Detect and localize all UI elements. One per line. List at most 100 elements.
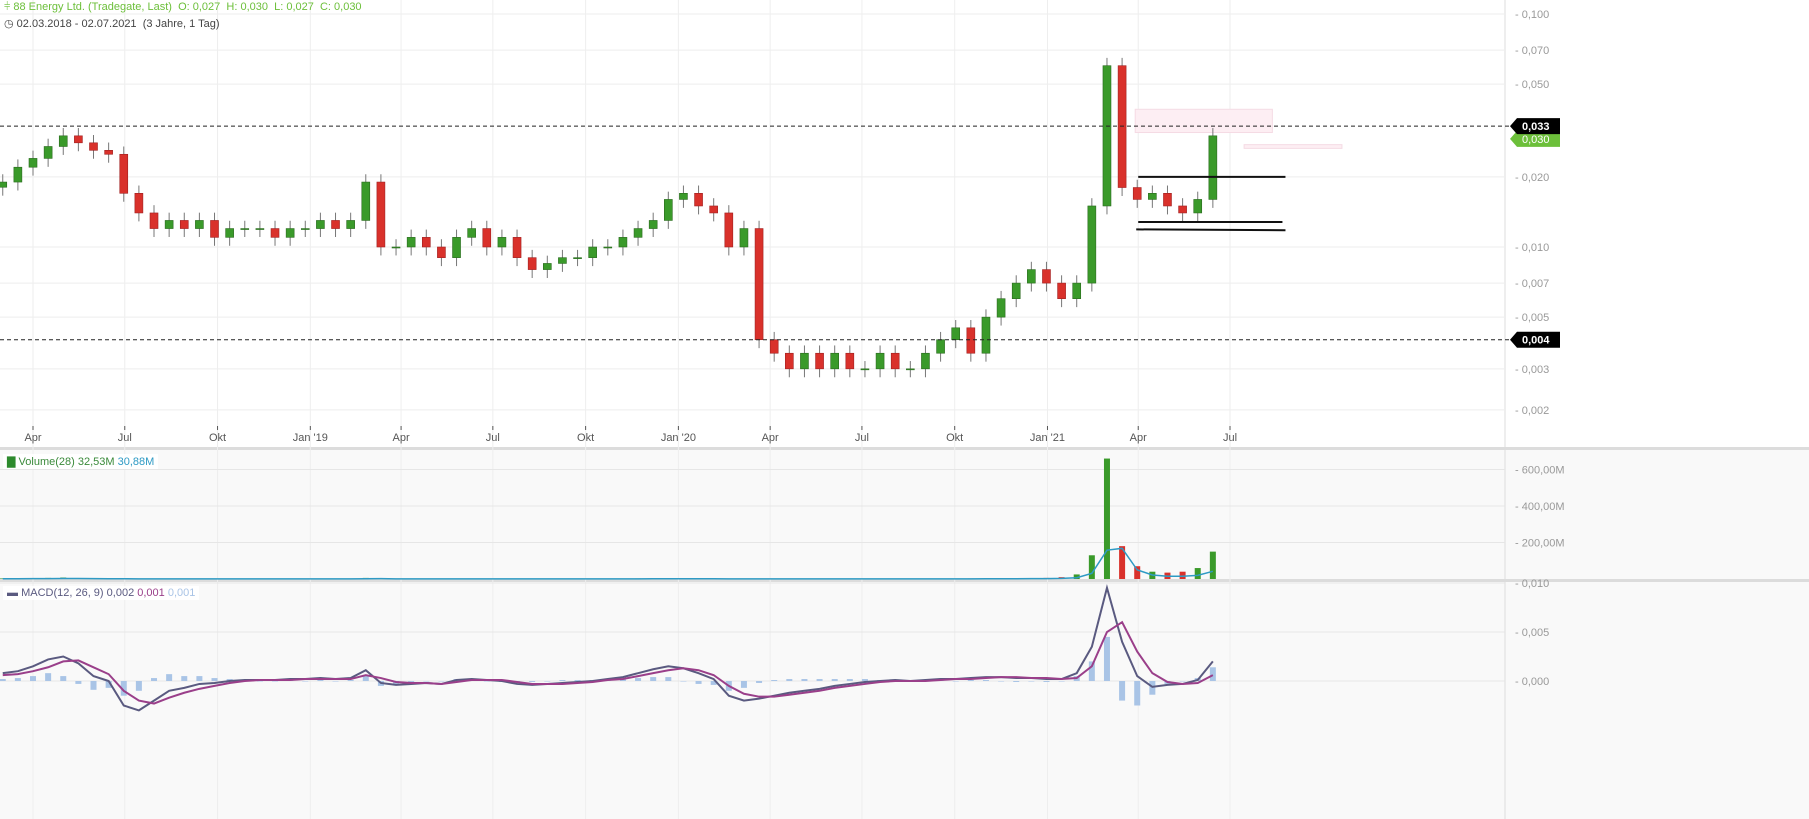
macd-histogram-bar [998,681,1005,682]
price-tick-label: - 0,010 [1515,242,1549,254]
candle-down [724,212,734,248]
macd-histogram-bar [665,677,672,681]
volume-bar [1209,551,1216,579]
macd-legend[interactable]: ▬ MACD(12, 26, 9) 0,002 0,001 0,001 [3,586,200,600]
macd-histogram-bar [181,676,188,681]
macd-histogram-bar [1058,681,1065,682]
macd-histogram-bar [14,678,21,681]
macd-histogram-bar [982,680,989,681]
chart-canvas[interactable]: Apr Jul Okt Jan '19 Apr Jul Okt Jan '20 Apr Jul Ok… [0,0,1809,819]
x-tick-label: Apr [1130,432,1147,444]
instrument-header: ⫩ 88 Energy Ltd. (Tradegate, Last) O: 0,… [4,1,362,14]
candle-up [285,228,295,238]
candle-up [1148,193,1157,200]
volume-ma-value: 30,88M [117,456,155,468]
candle-down [149,212,159,229]
macd-panel-bg [0,582,1809,819]
candle-down [331,220,340,229]
candle-up [633,228,643,238]
candle-up [0,181,8,188]
volume-bar [1088,555,1095,579]
macd-histogram-bar [75,681,82,684]
macd-histogram-bar [1179,681,1186,682]
candle-down [754,228,764,341]
macd-histogram-bar [166,674,173,681]
macd-histogram-bar [0,679,6,681]
candle-up [195,220,204,229]
candle-up [981,316,991,354]
macd-histogram-bar [771,680,778,681]
macd-histogram-bar [151,678,158,681]
volume-bar [1103,458,1110,579]
candle-up [43,146,53,159]
macd-histogram-bar [861,679,868,681]
candle-up [921,352,930,370]
last-price-label: 0,030 [1522,134,1550,146]
candle-up [1011,282,1021,299]
macd-histogram-bar [196,676,203,681]
candle-up [497,237,507,248]
x-tick-label: Apr [762,432,779,444]
volume-tick-label: - 400,00M [1515,501,1565,513]
candle-down [376,181,386,248]
macd-label: MACD(12, 26, 9) [21,587,104,599]
macd-tick-label: - 0,005 [1515,627,1549,639]
volume-bar [1179,571,1186,579]
macd-histogram-bar [1134,681,1141,706]
macd-histogram-bar [1013,681,1020,682]
candle-up [164,220,174,229]
candle-up [452,237,461,258]
x-tick-label: Jul [1223,432,1237,444]
x-tick-label: Jul [486,432,500,444]
candle-up [300,228,310,230]
candle-down [421,237,431,248]
volume-bar [1194,568,1201,579]
macd-histogram-bar [317,680,324,681]
macd-histogram-bar [60,676,67,681]
candle-down [1132,187,1142,200]
candle-up [28,158,38,168]
macd-histogram-bar [1043,681,1050,682]
candle-down [179,220,189,229]
candle-up [558,257,567,264]
candle-down [709,205,718,214]
macd-histogram-bar [438,681,445,682]
macd-histogram-bar [831,679,838,681]
candle-down [1163,193,1172,207]
candle-down [1057,282,1066,299]
price-tick-label: - 0,002 [1515,405,1549,417]
macd-histogram-bar [740,681,747,688]
macd-histogram-bar [680,681,687,682]
candle-up [1027,269,1036,284]
price-tick-label: - 0,007 [1515,278,1549,290]
macd-histogram-bar [952,681,959,682]
macd-histogram-bar [846,679,853,681]
macd-histogram-bar [559,680,566,681]
price-tick-label: - 0,100 [1515,9,1549,21]
candles-icon: ⫩ [4,1,11,13]
x-tick-label: Okt [209,432,226,444]
line-icon: ▬ [7,587,18,599]
candle-up [1087,205,1097,284]
candle-up [739,228,749,248]
price-tick-label: - 0,050 [1515,79,1549,91]
candle-up [648,220,658,229]
volume-legend[interactable]: ▇ Volume(28) 32,53M 30,88M [3,454,159,469]
candle-down [966,327,976,354]
macd-histogram-bar [650,677,657,681]
macd-histogram-bar [756,681,763,683]
histogram-value: 0,001 [167,587,196,599]
candle-up [255,228,265,230]
candle-down [769,339,779,354]
candle-down [134,193,144,214]
clock-icon: ◷ [4,18,14,30]
macd-histogram-bar [1209,667,1216,681]
macd-histogram-bar [45,673,52,681]
x-tick-label: Jan '20 [661,432,696,444]
macd-histogram-bar [347,680,354,681]
horizontal-line-label: 0,004 [1522,335,1550,347]
ohlc-values: O: 0,027 H: 0,030 L: 0,027 C: 0,030 [178,1,362,13]
x-tick-label: Jan '19 [293,432,328,444]
candle-up [573,257,582,259]
candle-up [664,199,673,221]
